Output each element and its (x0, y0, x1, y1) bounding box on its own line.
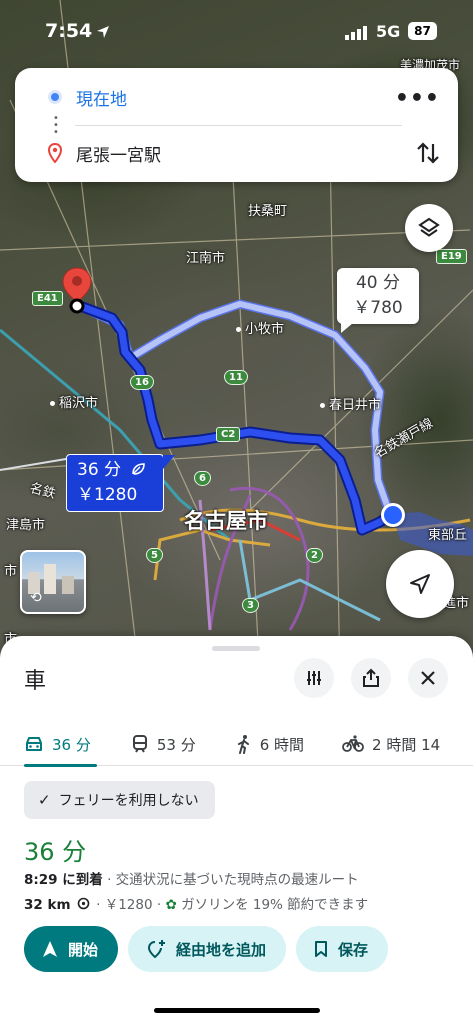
map-view[interactable]: 扶桑町 江南市 小牧市 春日井市 稲沢市 名古屋市 名鉄瀬戸線 名鉄 津島市 東… (0, 0, 473, 680)
eco-leaf-icon (132, 463, 146, 475)
home-indicator (154, 1008, 320, 1013)
check-icon: ✓ (38, 791, 51, 809)
route-duration: 36 分 (24, 838, 87, 866)
walk-icon (237, 735, 249, 754)
travel-mode-tabs: 36 分 53 分 6 時間 2 時間 14 (0, 722, 473, 767)
tab-drive-label: 36 分 (52, 735, 91, 754)
place-nagoya: 名古屋市 (184, 509, 268, 533)
car-icon (26, 737, 42, 751)
route-details: 32 km · ￥1280 · ✿ ガソリンを 19% 節約できます (24, 893, 368, 913)
network-type: 5G (376, 22, 401, 41)
toll-icon (77, 897, 90, 910)
main-route-fare: ￥1280 (77, 485, 138, 505)
directions-card: 現在地 ••• • • • 尾張一宮駅 (15, 68, 458, 182)
destination-marker-icon (48, 143, 62, 163)
shield-11: 11 (224, 370, 248, 385)
share-button[interactable] (351, 658, 391, 698)
destination-row[interactable]: 尾張一宮駅 (15, 128, 458, 178)
shield-e41: E41 (32, 291, 63, 306)
navigation-arrow-icon (410, 574, 430, 594)
share-icon (363, 668, 379, 687)
place-edge-1: 市 (4, 564, 18, 579)
close-icon (421, 671, 435, 685)
layers-button[interactable] (405, 204, 453, 252)
recenter-button[interactable] (386, 550, 454, 618)
alt-route-fare: ￥780 (353, 298, 403, 318)
status-bar: 7:54 5G 87 (0, 0, 473, 60)
origin-row[interactable]: 現在地 ••• (15, 72, 458, 122)
location-arrow-icon (97, 26, 109, 38)
destination-field[interactable]: 尾張一宮駅 (76, 141, 161, 166)
shield-c2: C2 (216, 427, 241, 442)
more-options-icon[interactable]: ••• (395, 86, 440, 111)
place-inazawa: 稲沢市 (50, 392, 98, 411)
action-buttons: 開始 経由地を追加 保存 (24, 926, 389, 972)
close-button[interactable] (408, 658, 448, 698)
start-label: 開始 (68, 940, 99, 959)
navigate-icon (43, 941, 57, 957)
tab-bike-label: 2 時間 14 (372, 735, 441, 754)
fuel-saving: ガソリンを 19% 節約できます (181, 897, 369, 913)
shield-16: 16 (130, 375, 154, 390)
status-time: 7:54 (45, 20, 93, 42)
place-konan: 江南市 (186, 251, 226, 266)
sheet-drag-handle[interactable] (212, 646, 260, 651)
street-view-thumbnail[interactable]: ⟲ (20, 550, 86, 614)
alt-route-label[interactable]: 40 分 ￥780 (337, 268, 419, 333)
directions-sheet: 車 36 分 53 分 6 時間 2 時間 14 ✓ フェリーを利用しない 36… (0, 636, 473, 1024)
swap-icon[interactable] (416, 140, 440, 166)
place-fuso: 扶桑町 (248, 204, 288, 219)
origin-field[interactable]: 現在地 (76, 85, 127, 110)
place-higashibu: 東部丘 (428, 528, 468, 543)
divider (75, 125, 402, 126)
tab-transit-label: 53 分 (156, 735, 196, 754)
add-stop-icon (148, 940, 166, 959)
train-icon (132, 735, 147, 753)
route-distance: 32 km (24, 897, 71, 913)
start-button[interactable]: 開始 (24, 926, 119, 972)
avoid-ferries-chip[interactable]: ✓ フェリーを利用しない (24, 781, 215, 819)
arrival-time: 8:29 に到着 (24, 872, 103, 888)
add-stop-label: 経由地を追加 (176, 940, 267, 959)
current-location-icon (381, 503, 405, 527)
sheet-title: 車 (24, 669, 47, 694)
tab-transit[interactable]: 53 分 (131, 722, 196, 766)
destination-pin-icon[interactable] (61, 266, 93, 316)
bookmark-icon (315, 941, 328, 957)
shield-e19: E19 (436, 249, 467, 264)
layers-icon (418, 217, 440, 237)
fuel-leaf-icon: ✿ (165, 897, 177, 913)
bike-icon (342, 735, 364, 752)
sliders-icon (307, 671, 321, 685)
add-stop-button[interactable]: 経由地を追加 (128, 926, 287, 972)
tab-walk-label: 6 時間 (259, 735, 305, 754)
battery-level: 87 (408, 22, 437, 40)
arrival-note: · 交通状況に基づいた現時点の最速ルート (107, 872, 359, 888)
save-button[interactable]: 保存 (296, 926, 389, 972)
place-tsushima: 津島市 (6, 518, 46, 533)
save-label: 保存 (338, 940, 369, 959)
street-view-rotate-icon: ⟲ (30, 590, 42, 606)
origin-dot-icon (48, 90, 62, 104)
place-komaki: 小牧市 (236, 318, 284, 337)
place-kasugai: 春日井市 (320, 394, 381, 413)
toll-cost: · ￥1280 · (96, 897, 162, 913)
alt-route-time: 40 分 (355, 273, 401, 293)
main-route-time: 36 分 (77, 460, 122, 480)
signal-icon (345, 26, 367, 40)
tab-bike[interactable]: 2 時間 14 (342, 722, 440, 766)
main-route-label[interactable]: 36 分 ￥1280 (66, 454, 175, 512)
tab-drive[interactable]: 36 分 (24, 722, 97, 767)
route-options-button[interactable] (294, 658, 334, 698)
tab-walk[interactable]: 6 時間 (236, 722, 304, 766)
avoid-ferries-label: フェリーを利用しない (58, 793, 199, 809)
arrival-info: 8:29 に到着 · 交通状況に基づいた現時点の最速ルート (24, 868, 359, 888)
